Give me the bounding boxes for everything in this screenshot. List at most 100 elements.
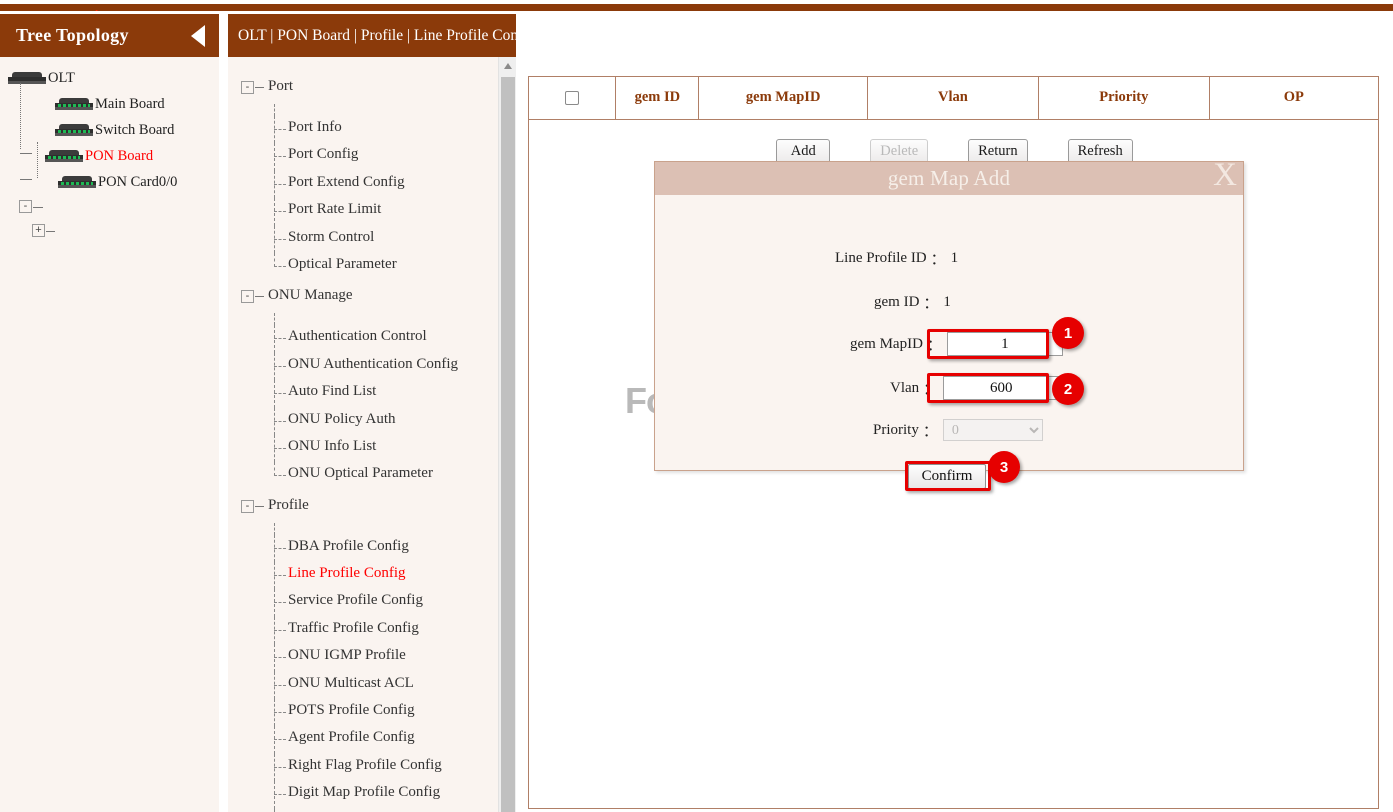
- field-colon: ：: [927, 334, 942, 355]
- tree-item-olt[interactable]: OLT: [0, 65, 219, 91]
- scrollbar-thumb[interactable]: [501, 77, 515, 812]
- tree-item-main-board[interactable]: Main Board: [0, 91, 219, 117]
- nav-connector: [274, 712, 286, 713]
- nav-item-line-profile-config[interactable]: Line Profile Config: [228, 562, 498, 589]
- step-badge-2: 2: [1052, 373, 1084, 405]
- nav-group-profile[interactable]: - Profile: [228, 490, 498, 523]
- nav-item-storm-control[interactable]: Storm Control: [228, 226, 498, 253]
- tree-expander-pon-card[interactable]: +: [32, 224, 45, 237]
- field-gem-mapid: gem MapID ：: [850, 332, 1063, 356]
- table-header-vlan: Vlan: [868, 77, 1039, 119]
- tree-connector: [33, 207, 43, 208]
- nav-item-pots-profile-config[interactable]: POTS Profile Config: [228, 699, 498, 726]
- nav-item-onu-multicast-acl[interactable]: ONU Multicast ACL: [228, 672, 498, 699]
- nav-item-right-flag-profile-config[interactable]: Right Flag Profile Config: [228, 754, 498, 781]
- nav-spacer: [228, 104, 498, 116]
- nav-spacer: [228, 313, 498, 325]
- step-badge-1: 1: [1052, 317, 1084, 349]
- nav-item-port-extend-config[interactable]: Port Extend Config: [228, 171, 498, 198]
- tree-expander-pon-board[interactable]: -: [19, 200, 32, 213]
- nav-group-port[interactable]: - Port: [228, 71, 498, 104]
- tree-item-switch-board[interactable]: Switch Board: [0, 117, 219, 143]
- nav-item-traffic-profile-config[interactable]: Traffic Profile Config: [228, 617, 498, 644]
- confirm-button[interactable]: Confirm: [908, 464, 986, 489]
- table-header-select: [529, 77, 616, 119]
- nav-item-label: Port Config: [288, 146, 358, 163]
- nav-item-dba-profile-config[interactable]: DBA Profile Config: [228, 535, 498, 562]
- nav-item-onu-optical-parameter[interactable]: ONU Optical Parameter: [228, 462, 498, 489]
- nav-connector: [274, 129, 286, 130]
- scroll-up-icon[interactable]: [504, 63, 512, 69]
- device-icon: [55, 98, 93, 111]
- nav-item-port-info[interactable]: Port Info: [228, 116, 498, 143]
- nav-item-onu-policy-auth[interactable]: ONU Policy Auth: [228, 408, 498, 435]
- nav-item-label: ONU Info List: [288, 438, 376, 455]
- nav-expander-port[interactable]: -: [241, 81, 254, 94]
- top-strip-text: .: [95, 4, 98, 11]
- field-label: gem MapID: [850, 336, 923, 353]
- nav-connector: [274, 575, 286, 576]
- nav-item-label: ONU Authentication Config: [288, 356, 458, 373]
- nav-item-auto-find-list[interactable]: Auto Find List: [228, 380, 498, 407]
- nav-panel: OLT | PON Board | Profile | Line Profile…: [228, 14, 516, 812]
- nav-item-port-config[interactable]: Port Config: [228, 143, 498, 170]
- nav-item-label: Service Profile Config: [288, 592, 423, 609]
- nav-scroll-content: - Port Port Info Port Config: [228, 57, 498, 812]
- nav-connector: [274, 657, 286, 658]
- tree-connector: [46, 231, 55, 232]
- breadcrumb: OLT | PON Board | Profile | Line Profile…: [238, 27, 535, 45]
- tree-item-label: PON Board: [85, 148, 153, 165]
- field-colon: ：: [923, 420, 938, 441]
- nav-connector: [274, 366, 286, 367]
- nav-item-label: ONU IGMP Profile: [288, 647, 406, 664]
- device-icon: [58, 176, 96, 189]
- nav-item-agent-profile-config[interactable]: Agent Profile Config: [228, 726, 498, 753]
- field-gem-id: gem ID ： 1: [874, 292, 951, 313]
- nav-connector: [274, 475, 286, 476]
- nav-expander-profile[interactable]: -: [241, 500, 254, 513]
- nav-expander-onu-manage[interactable]: -: [241, 290, 254, 303]
- nav-item-authentication-control[interactable]: Authentication Control: [228, 325, 498, 352]
- nav-item-onu-igmp-profile[interactable]: ONU IGMP Profile: [228, 644, 498, 671]
- nav-connector: [274, 739, 286, 740]
- gem-mapid-input[interactable]: [947, 332, 1063, 356]
- nav-connector: [274, 548, 286, 549]
- nav-item-label: Agent Profile Config: [288, 729, 415, 746]
- nav-item-label: Traffic Profile Config: [288, 620, 419, 637]
- close-icon[interactable]: X: [1213, 159, 1237, 192]
- select-all-checkbox[interactable]: [565, 91, 579, 105]
- field-label: Priority: [873, 422, 919, 439]
- nav-item-onu-info-list[interactable]: ONU Info List: [228, 435, 498, 462]
- nav-item-port-rate-limit[interactable]: Port Rate Limit: [228, 198, 498, 225]
- table-header-priority: Priority: [1038, 77, 1209, 119]
- nav-connector: [274, 809, 275, 812]
- tree-topology-body: OLT Main Board Switch Board: [0, 57, 219, 195]
- nav-group-label: ONU Manage: [268, 287, 353, 304]
- field-line-profile-id: Line Profile ID ： 1: [835, 248, 958, 269]
- nav-item-onu-authentication-config[interactable]: ONU Authentication Config: [228, 353, 498, 380]
- field-value: 1: [943, 294, 951, 311]
- vlan-input[interactable]: [943, 376, 1059, 400]
- nav-connector: [274, 462, 275, 476]
- collapse-sidebar-icon[interactable]: [191, 25, 205, 47]
- nav-scrollbar[interactable]: [498, 57, 516, 812]
- tree-item-pon-board[interactable]: PON Board: [0, 143, 219, 169]
- nav-item-digit-map-profile-config[interactable]: Digit Map Profile Config: [228, 781, 498, 808]
- nav-connector: [274, 393, 286, 394]
- nav-item-service-profile-config[interactable]: Service Profile Config: [228, 589, 498, 616]
- nav-group-onu-manage[interactable]: - ONU Manage: [228, 280, 498, 313]
- nav-item-pon-protect-config[interactable]: Pon Protect Config: [228, 809, 498, 812]
- step-badge-3: 3: [988, 451, 1020, 483]
- tree-item-pon-card[interactable]: PON Card0/0: [0, 169, 219, 195]
- nav-connector: [255, 87, 264, 88]
- nav-connector: [274, 239, 286, 240]
- nav-body: - Port Port Info Port Config: [228, 57, 516, 812]
- nav-item-label: Line Profile Config: [288, 565, 405, 582]
- gem-map-table: gem ID gem MapID Vlan Priority OP: [529, 77, 1378, 120]
- device-icon: [45, 150, 83, 163]
- gem-map-add-dialog: gem Map Add X Line Profile ID ： 1 gem ID…: [654, 161, 1244, 471]
- nav-item-optical-parameter[interactable]: Optical Parameter: [228, 253, 498, 280]
- nav-connector: [274, 630, 286, 631]
- field-priority: Priority ： 0: [873, 419, 1043, 441]
- tree-item-label: OLT: [48, 70, 75, 87]
